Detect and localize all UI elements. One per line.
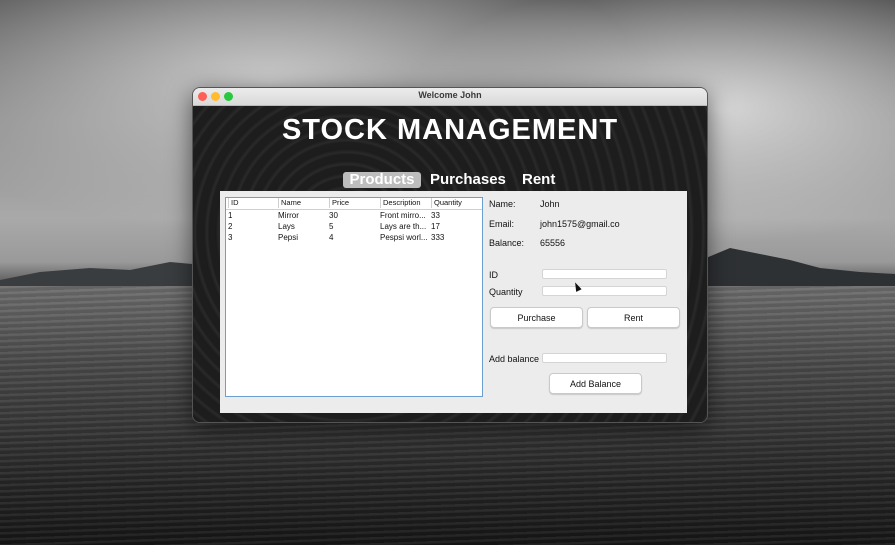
cell-quantity: 333	[431, 233, 445, 242]
add-balance-button[interactable]: Add Balance	[549, 373, 642, 394]
balance-label: Balance:	[489, 238, 525, 248]
column-header-id[interactable]: ID	[228, 198, 279, 208]
cell-id: 1	[228, 211, 233, 220]
email-label: Email:	[489, 219, 515, 229]
app-heading: STOCK MANAGEMENT	[281, 114, 619, 146]
cell-price: 5	[329, 222, 334, 231]
cell-description: Pespsi worl...	[380, 233, 428, 242]
quantity-input[interactable]	[542, 286, 667, 296]
column-header-quantity[interactable]: Quantity	[431, 198, 482, 208]
products-table[interactable]: ID Name Price Description Quantity 1 Mir…	[225, 197, 483, 397]
column-header-price[interactable]: Price	[329, 198, 380, 208]
cell-price: 30	[329, 211, 338, 220]
name-value: John	[540, 199, 560, 209]
table-row[interactable]: 1 Mirror 30 Front mirro... 33	[226, 210, 482, 221]
cell-price: 4	[329, 233, 334, 242]
cell-quantity: 17	[431, 222, 440, 231]
rent-button[interactable]: Rent	[587, 307, 680, 328]
tab-rent[interactable]: Rent	[522, 172, 555, 188]
cell-id: 2	[228, 222, 233, 231]
cell-description: Lays are th...	[380, 222, 427, 231]
products-panel: ID Name Price Description Quantity 1 Mir…	[220, 191, 687, 413]
email-value: john1575@gmail.co	[540, 219, 620, 229]
purchase-button[interactable]: Purchase	[490, 307, 583, 328]
cell-name: Pepsi	[278, 233, 299, 242]
tab-purchases[interactable]: Purchases	[430, 172, 506, 188]
column-header-description[interactable]: Description	[380, 198, 432, 208]
add-balance-label: Add balance	[489, 354, 540, 364]
cell-name: Lays	[278, 222, 295, 231]
cell-id: 3	[228, 233, 233, 242]
quantity-label: Quantity	[489, 287, 523, 297]
cell-description: Front mirro...	[380, 211, 426, 220]
balance-value: 65556	[540, 238, 566, 248]
window-title: Welcome John	[418, 90, 482, 100]
id-input[interactable]	[542, 269, 667, 279]
add-balance-input[interactable]	[542, 353, 667, 363]
table-header: ID Name Price Description Quantity	[226, 198, 482, 210]
app-content: STOCK MANAGEMENT Products Purchases Rent…	[193, 106, 707, 422]
tab-products[interactable]: Products	[343, 172, 421, 188]
table-row[interactable]: 3 Pepsi 4 Pespsi worl... 333	[226, 232, 482, 243]
app-window: Welcome John STOCK MANAGEMENT Products P…	[192, 87, 708, 423]
cell-name: Mirror	[278, 211, 299, 220]
title-bar[interactable]: Welcome John	[193, 88, 707, 106]
cell-quantity: 33	[431, 211, 440, 220]
table-row[interactable]: 2 Lays 5 Lays are th... 17	[226, 221, 482, 232]
id-label: ID	[489, 270, 498, 280]
name-label: Name:	[489, 199, 516, 209]
column-header-name[interactable]: Name	[278, 198, 329, 208]
